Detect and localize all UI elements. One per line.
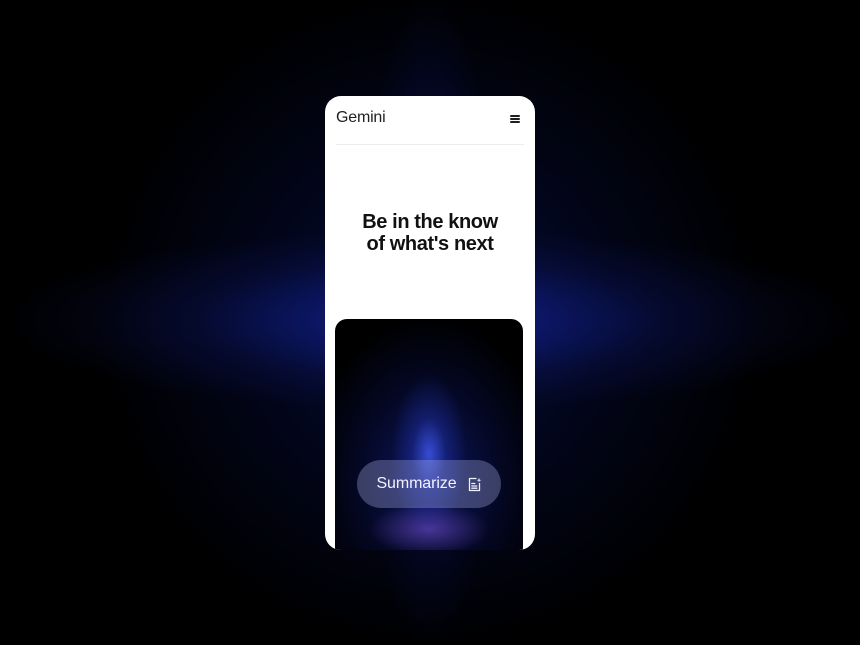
brand-logo[interactable]: Gemini xyxy=(336,109,386,127)
header-divider xyxy=(336,144,524,145)
summarize-button[interactable]: Summarize xyxy=(357,460,501,508)
app-header: Gemini xyxy=(325,96,535,144)
menu-icon[interactable] xyxy=(508,113,522,125)
summarize-button-label: Summarize xyxy=(376,475,457,492)
document-sparkle-icon xyxy=(468,477,481,491)
presentation-backdrop: Gemini Be in the know of what's next Sum… xyxy=(0,0,860,645)
hero-headline: Be in the know of what's next xyxy=(325,211,535,255)
feature-media-card: Summarize xyxy=(335,319,523,550)
phone-frame: Gemini Be in the know of what's next Sum… xyxy=(325,96,535,550)
hero-headline-line-1: Be in the know xyxy=(362,211,498,233)
hero-headline-line-2: of what's next xyxy=(366,233,494,255)
